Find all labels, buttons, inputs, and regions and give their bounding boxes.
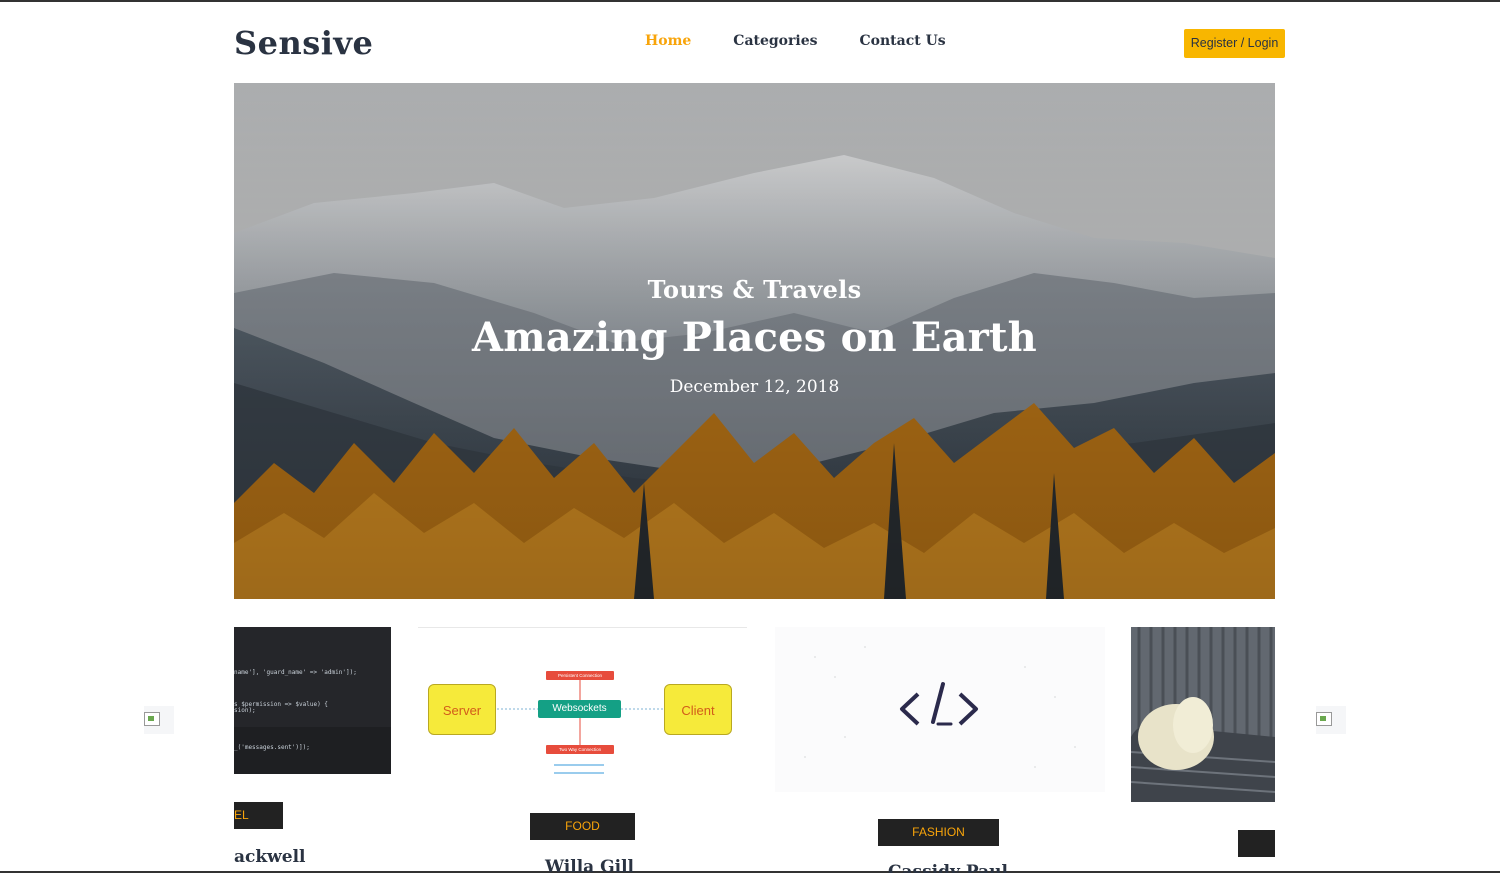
card-author[interactable]: Willa Gill xyxy=(545,857,634,873)
site-header: Sensive Home Categories Contact Us Regis… xyxy=(0,2,1500,82)
card-category-badge[interactable] xyxy=(1238,830,1275,857)
card-category-badge[interactable]: EL xyxy=(234,802,283,829)
nav-categories[interactable]: Categories xyxy=(733,33,817,49)
broken-image-icon xyxy=(1316,712,1332,726)
card-category-badge[interactable]: FASHION xyxy=(878,819,999,846)
main-nav: Home Categories Contact Us xyxy=(645,33,988,49)
register-login-button[interactable]: Register / Login xyxy=(1184,29,1285,58)
carousel-prev-button[interactable] xyxy=(144,706,174,734)
diagram-connectors xyxy=(497,680,664,774)
code-line: sion); xyxy=(234,707,256,714)
code-line: _('messages.sent')]); xyxy=(234,744,310,751)
nav-home[interactable]: Home xyxy=(645,33,691,49)
site-logo[interactable]: Sensive xyxy=(234,24,373,62)
code-brackets-icon xyxy=(804,646,1076,768)
broken-image-icon xyxy=(144,712,160,726)
hero-date: December 12, 2018 xyxy=(669,377,840,397)
card-image-code[interactable]: name'], 'guard_name' => 'admin']); s $pe… xyxy=(234,627,391,774)
card-category-badge[interactable]: FOOD xyxy=(530,813,635,840)
card-author[interactable]: ackwell xyxy=(234,847,306,867)
carousel-next-button[interactable] xyxy=(1316,706,1346,734)
card-image-sofa[interactable] xyxy=(1131,627,1275,802)
hero-category[interactable]: Tours & Travels xyxy=(234,275,1275,304)
sofa-photo xyxy=(1131,627,1275,802)
code-line: name'], 'guard_name' => 'admin']); xyxy=(234,669,357,676)
hero-caption: Tours & Travels Amazing Places on Earth … xyxy=(234,83,1275,599)
hero-title[interactable]: Amazing Places on Earth xyxy=(234,314,1275,361)
hero-banner[interactable]: Tours & Travels Amazing Places on Earth … xyxy=(234,83,1275,599)
card-image-websockets[interactable]: Server Websockets Client Persistent Conn… xyxy=(418,627,747,787)
card-image-code-icon[interactable] xyxy=(775,627,1105,792)
card-author[interactable]: Cassidy Paul xyxy=(888,862,1008,873)
nav-contact-us[interactable]: Contact Us xyxy=(860,33,946,49)
